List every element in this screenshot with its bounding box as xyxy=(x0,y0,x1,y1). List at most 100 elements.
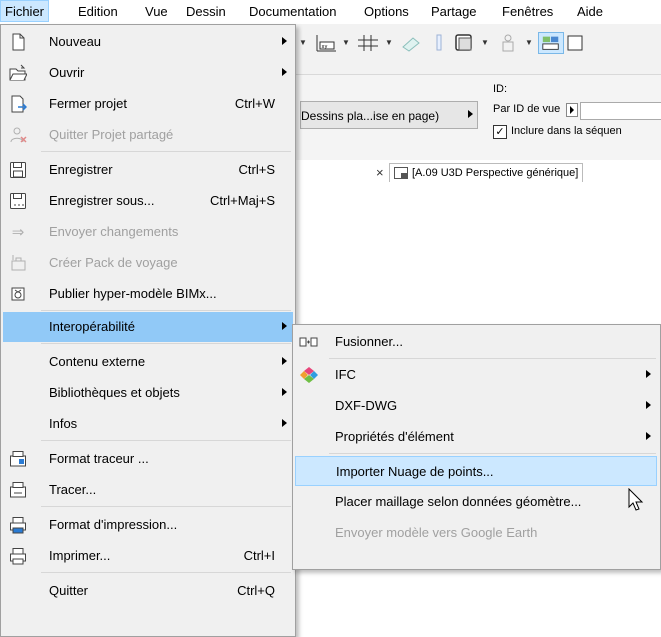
arrow-right-icon xyxy=(570,106,574,114)
menu-documentation[interactable]: Documentation xyxy=(249,4,336,19)
menu-item-label: Quitter Projet partagé xyxy=(49,127,174,142)
layer-box-icon[interactable] xyxy=(452,32,478,54)
menu-dessin[interactable]: Dessin xyxy=(186,4,226,19)
submenu-item-proprietes-element[interactable]: Propriétés d'élément xyxy=(295,422,657,452)
tab-bar: × [A.09 U3D Perspective générique] xyxy=(296,160,661,184)
id-dropdown-button[interactable] xyxy=(566,103,578,117)
leave-shared-icon xyxy=(10,127,27,143)
submenu-item-label: Importer Nuage de points... xyxy=(336,464,494,479)
info-panel: ID: Dessins pla...ise en page) Par ID de… xyxy=(296,75,661,161)
submenu-arrow-icon xyxy=(282,37,287,45)
submenu-item-label: Propriétés d'élément xyxy=(335,429,454,444)
include-checkbox-label: Inclure dans la séquen xyxy=(511,125,622,137)
menu-item-publier-bimx[interactable]: Publier hyper-modèle BIMx... xyxy=(3,279,293,309)
menu-item-interoperabilite[interactable]: Interopérabilité xyxy=(3,312,293,342)
menu-fenetres[interactable]: Fenêtres xyxy=(502,4,553,19)
dropdown-arrow-icon[interactable]: ▼ xyxy=(481,38,489,47)
close-tab-icon[interactable]: × xyxy=(376,165,384,180)
menu-edition[interactable]: Edition xyxy=(78,4,118,19)
menu-item-imprimer[interactable]: Imprimer... Ctrl+I xyxy=(3,541,293,571)
menu-item-enregistrer-sous[interactable]: Enregistrer sous... Ctrl+Maj+S xyxy=(3,186,293,216)
frame-icon[interactable] xyxy=(565,32,591,54)
submenu-item-placer-maillage[interactable]: Placer maillage selon données géomètre..… xyxy=(295,487,657,517)
menu-fichier[interactable]: Fichier xyxy=(0,0,50,22)
merge-icon xyxy=(299,337,318,347)
submenu-arrow-icon xyxy=(282,419,287,427)
menu-item-ouvrir[interactable]: Ouvrir xyxy=(3,58,293,88)
svg-text:xy: xy xyxy=(322,44,328,50)
submenu-arrow-icon xyxy=(646,401,651,409)
menu-item-format-traceur[interactable]: Format traceur ... xyxy=(3,444,293,474)
menu-separator xyxy=(41,343,291,344)
include-checkbox[interactable]: ✓ xyxy=(493,125,507,139)
menu-separator xyxy=(41,310,291,311)
submenu-item-label: Placer maillage selon données géomètre..… xyxy=(335,494,582,509)
menu-item-label: Interopérabilité xyxy=(49,319,135,334)
menu-separator xyxy=(41,572,291,573)
grid-snap-icon[interactable] xyxy=(356,32,382,54)
menu-item-label: Créer Pack de voyage xyxy=(49,255,178,270)
submenu-item-ifc[interactable]: IFC xyxy=(295,360,657,390)
menu-item-quitter[interactable]: Quitter Ctrl+Q xyxy=(3,576,293,606)
tab-view[interactable]: [A.09 U3D Perspective générique] xyxy=(389,163,584,182)
submenu-item-google-earth[interactable]: Envoyer modèle vers Google Earth xyxy=(295,518,657,548)
save-as-icon xyxy=(10,193,26,209)
menu-item-nouveau[interactable]: Nouveau xyxy=(3,27,293,57)
menu-item-label: Enregistrer xyxy=(49,162,113,177)
menu-item-label: Infos xyxy=(49,416,78,431)
submenu-item-dxf-dwg[interactable]: DXF-DWG xyxy=(295,391,657,421)
id-by-view-label: Par ID de vue xyxy=(493,103,561,115)
close-project-icon xyxy=(11,95,27,113)
menu-item-format-impression[interactable]: Format d'impression... xyxy=(3,510,293,540)
new-document-icon xyxy=(12,33,25,51)
figure-icon[interactable] xyxy=(495,32,521,54)
menu-item-creer-pack-voyage[interactable]: Créer Pack de voyage xyxy=(3,248,293,278)
menu-aide[interactable]: Aide xyxy=(577,4,603,19)
toolbar: ▼ xy ▼ ▼ ▼ ▼ xyxy=(296,24,661,75)
menu-item-label: Bibliothèques et objets xyxy=(49,385,180,400)
menu-item-quitter-projet-partage[interactable]: Quitter Projet partagé xyxy=(3,120,293,150)
tab-label: [A.09 U3D Perspective générique] xyxy=(412,167,579,179)
pen-icon[interactable] xyxy=(426,32,452,54)
submenu-arrow-icon xyxy=(646,432,651,440)
breadcrumb-label: Dessins pla...ise en page) xyxy=(301,109,440,123)
layout-tool-icon[interactable] xyxy=(538,32,564,54)
submenu-item-fusionner[interactable]: Fusionner... xyxy=(295,327,657,357)
breadcrumb-button[interactable]: Dessins pla...ise en page) xyxy=(300,101,478,129)
dropdown-arrow-icon[interactable]: ▼ xyxy=(342,38,350,47)
id-field[interactable] xyxy=(580,102,661,120)
window-icon xyxy=(394,167,408,179)
printer-icon xyxy=(10,548,26,565)
menu-item-shortcut: Ctrl+S xyxy=(238,162,275,177)
submenu-item-label: IFC xyxy=(335,367,356,382)
menu-item-label: Quitter xyxy=(49,583,89,598)
menu-item-shortcut: Ctrl+Maj+S xyxy=(209,193,275,208)
ifc-icon xyxy=(300,367,318,383)
menu-item-shortcut: Ctrl+W xyxy=(234,96,275,111)
submenu-arrow-icon xyxy=(282,357,287,365)
menu-item-tracer[interactable]: Tracer... xyxy=(3,475,293,505)
menu-item-shortcut: Ctrl+I xyxy=(243,548,275,563)
submenu-item-importer-nuage-points[interactable]: Importer Nuage de points... xyxy=(295,456,657,486)
menu-item-fermer-projet[interactable]: Fermer projet Ctrl+W xyxy=(3,89,293,119)
file-menu: Nouveau Ouvrir Fermer projet Ctrl+W Quit… xyxy=(0,24,296,637)
plotter-setup-icon xyxy=(10,451,26,467)
menu-item-infos[interactable]: Infos xyxy=(3,409,293,439)
menu-item-label: Format traceur ... xyxy=(49,451,149,466)
bimx-icon xyxy=(11,287,25,301)
menu-partage[interactable]: Partage xyxy=(431,4,477,19)
menu-vue[interactable]: Vue xyxy=(145,4,168,19)
dropdown-arrow-icon[interactable]: ▼ xyxy=(299,38,307,47)
dropdown-arrow-icon[interactable]: ▼ xyxy=(385,38,393,47)
dimension-tool-icon[interactable]: xy xyxy=(314,32,340,54)
eraser-icon[interactable] xyxy=(399,32,425,54)
menu-item-label: Contenu externe xyxy=(49,354,146,369)
menu-item-enregistrer[interactable]: Enregistrer Ctrl+S xyxy=(3,155,293,185)
menu-item-envoyer-changements[interactable]: ⇒ Envoyer changements xyxy=(3,217,293,247)
menu-item-label: Envoyer changements xyxy=(49,224,179,239)
menu-options[interactable]: Options xyxy=(364,4,409,19)
page-setup-icon xyxy=(10,517,26,534)
dropdown-arrow-icon[interactable]: ▼ xyxy=(525,38,533,47)
menu-item-contenu-externe[interactable]: Contenu externe xyxy=(3,347,293,377)
menu-item-bibliotheques-objets[interactable]: Bibliothèques et objets xyxy=(3,378,293,408)
